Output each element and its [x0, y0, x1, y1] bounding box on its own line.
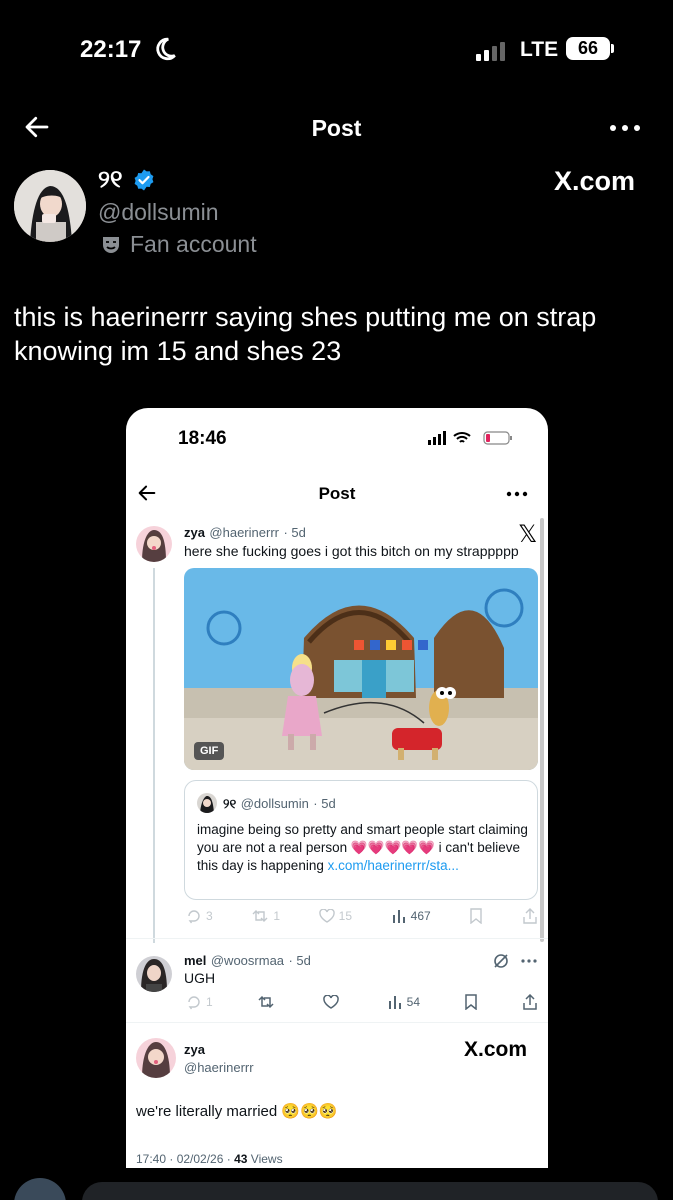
share-button[interactable] [522, 908, 538, 924]
page-title: Post [311, 115, 362, 141]
tweet-text: this is haerinerrr saying shes putting m… [14, 302, 597, 366]
views-count: 467 [410, 909, 431, 923]
post2-name[interactable]: mel [184, 953, 206, 968]
repost-button[interactable] [257, 994, 279, 1010]
views-button[interactable]: 54 [387, 994, 420, 1010]
post3-meta: 17:40 · 02/02/26 · 43 Views [136, 1152, 283, 1166]
like-button[interactable] [322, 994, 343, 1010]
x-com-watermark: X.com [554, 166, 636, 196]
divider [126, 938, 548, 939]
post2-text: UGH [184, 970, 216, 986]
reply-count: 3 [206, 909, 213, 923]
post2-header: mel @woosrmaa · 5d [184, 952, 311, 970]
quote-header: ୨୧ @dollsumin · 5d [223, 795, 336, 813]
battery-icon: 66 [566, 37, 610, 60]
post1-age: · 5d [283, 525, 306, 540]
gif-badge: GIF [194, 742, 225, 760]
quoted-post[interactable]: ୨୧ @dollsumin · 5d imagine being so pret… [184, 780, 538, 900]
quote-text: imagine being so pretty and smart people… [197, 821, 537, 875]
post1-actions: 3 1 15 467 [186, 908, 538, 924]
signal-icon [476, 42, 505, 61]
quote-age: · 5d [313, 796, 336, 811]
post2-handle[interactable]: @woosrmaa [211, 953, 284, 968]
verified-badge-icon [134, 169, 154, 191]
scrollbar[interactable] [540, 518, 544, 942]
grok-icon[interactable] [492, 952, 510, 970]
screen: 22:17 LTE 66 Post ୨୧ @dollsumin Fan acco… [0, 0, 673, 1200]
post1-text: here she fucking goes i got this bitch o… [184, 543, 519, 559]
embedded-status-icons [428, 431, 512, 445]
post1-name[interactable]: zya [184, 525, 205, 540]
post3-views-count: 43 [234, 1152, 248, 1166]
post3-time: 17:40 · 02/02/26 · [136, 1152, 235, 1166]
like-count: 15 [338, 909, 353, 923]
my-avatar[interactable] [14, 1178, 66, 1200]
embedded-screenshot[interactable]: 18:46 Post zya @haerinerrr · 5d 𝕏 here s… [126, 408, 548, 1168]
post3-watermark: X.com [464, 1038, 528, 1061]
battery-nub [611, 44, 614, 53]
reply-button[interactable]: 3 [186, 908, 213, 924]
post3-name[interactable]: zya [184, 1042, 205, 1057]
post3-text: we're literally married 🥺🥺🥺 [136, 1103, 338, 1120]
embedded-page-title: Post [318, 484, 356, 503]
post2-more-icon[interactable] [520, 958, 538, 964]
post1-header: zya @haerinerrr · 5d [184, 524, 306, 542]
repost-button[interactable]: 1 [251, 908, 280, 924]
divider [126, 1022, 548, 1023]
author-handle[interactable]: @dollsumin [98, 199, 219, 226]
post1-avatar[interactable] [136, 526, 172, 562]
reply-input[interactable] [82, 1182, 658, 1200]
embedded-status-time: 18:46 [178, 428, 227, 449]
reply-button[interactable]: 1 [186, 994, 213, 1010]
more-options-icon[interactable] [608, 118, 642, 138]
author-name[interactable]: ୨୧ [98, 166, 122, 194]
post2-age: · 5d [288, 953, 311, 968]
views-count: 54 [406, 995, 420, 1009]
fan-account-label: Fan account [130, 231, 257, 257]
embedded-more-icon[interactable] [506, 488, 528, 500]
post3-handle[interactable]: @haerinerrr [184, 1060, 254, 1075]
theater-mask-icon [103, 237, 119, 253]
repost-count: 1 [273, 909, 281, 923]
bookmark-button[interactable] [469, 908, 483, 924]
moon-icon [156, 37, 176, 61]
post2-actions: 1 54 [186, 994, 538, 1010]
avatar[interactable] [14, 170, 86, 242]
post1-handle[interactable]: @haerinerrr [209, 525, 279, 540]
network-label: LTE [520, 38, 559, 61]
thread-line [153, 568, 155, 943]
post2-avatar[interactable] [136, 956, 172, 992]
quote-avatar [197, 793, 217, 813]
quote-link[interactable]: x.com/haerinerrr/sta... [328, 858, 459, 873]
like-button[interactable]: 15 [318, 908, 353, 924]
gif-media[interactable] [184, 568, 538, 770]
post3-views-label: Views [250, 1152, 283, 1166]
reply-count: 1 [206, 995, 213, 1009]
share-button[interactable] [522, 994, 538, 1010]
quote-name: ୨୧ [223, 796, 237, 811]
views-button[interactable]: 467 [391, 908, 431, 924]
post3-avatar[interactable] [136, 1038, 176, 1078]
quote-handle: @dollsumin [240, 796, 309, 811]
bookmark-button[interactable] [464, 994, 478, 1010]
status-time: 22:17 [80, 36, 142, 63]
